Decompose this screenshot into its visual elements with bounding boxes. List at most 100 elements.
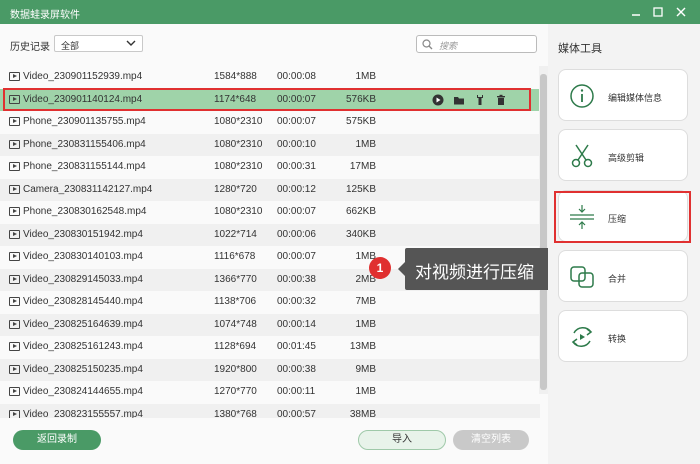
file-name: Video_230828145440.mp4 [23, 296, 143, 307]
convert-button[interactable]: 转换 [558, 310, 688, 362]
info-icon [569, 83, 595, 109]
compress-button[interactable]: 压缩 [558, 190, 688, 242]
file-size: 340KB [345, 228, 376, 240]
tool-label: 高级剪辑 [608, 153, 645, 163]
file-duration: 00:00:07 [277, 93, 316, 105]
file-resolution: 1366*770 [214, 273, 257, 285]
file-name: Video_230823155557.mp4 [23, 408, 143, 419]
video-file-icon [9, 94, 20, 104]
file-size: 125KB [345, 183, 376, 195]
merge-button[interactable]: 合并 [558, 250, 688, 302]
file-resolution: 1270*770 [214, 386, 257, 397]
scissors-icon [569, 143, 595, 169]
scrollbar[interactable] [539, 66, 548, 394]
search-box[interactable]: 搜索 [416, 35, 537, 53]
history-label: 历史记录 [10, 42, 50, 53]
file-row[interactable]: Video_230830151942.mp4 1022*714 00:00:06 34… [0, 223, 540, 246]
file-resolution: 1280*720 [214, 183, 257, 195]
file-size: 1MB [355, 386, 376, 397]
file-size: 662KB [345, 206, 376, 217]
file-resolution: 1080*2310 [214, 138, 263, 150]
file-size: 13MB [349, 341, 376, 352]
file-name: Phone_230831155144.mp4 [23, 161, 146, 172]
file-duration: 00:00:31 [277, 161, 316, 172]
search-icon [422, 39, 433, 53]
file-row[interactable]: Phone_230901135755.mp4 1080*2310 00:00:07 5… [0, 111, 540, 134]
file-row[interactable]: Video_230824144655.mp4 1270*770 00:00:11 1M… [0, 381, 540, 404]
media-tools-title: 媒体工具 [558, 43, 602, 55]
row-actions [432, 94, 512, 106]
edit-media-info-button[interactable]: 编辑媒体信息 [558, 69, 688, 121]
file-size: 7MB [355, 296, 376, 307]
video-file-icon [9, 207, 20, 216]
chevron-down-icon [126, 38, 136, 50]
video-file-icon [9, 229, 20, 239]
file-duration: 00:00:14 [277, 318, 316, 330]
file-name: Video_230901152939.mp4 [23, 71, 143, 82]
minimize-icon[interactable] [628, 4, 644, 20]
file-row[interactable]: Video_230825150235.mp4 1920*800 00:00:38 9M… [0, 358, 540, 381]
file-name: Video_230829145033.mp4 [23, 273, 143, 285]
trash-icon[interactable] [495, 94, 507, 106]
file-resolution: 1138*706 [214, 296, 257, 307]
file-duration: 00:00:08 [277, 71, 316, 82]
file-resolution: 1080*2310 [214, 116, 263, 127]
file-name: Camera_230831142127.mp4 [23, 183, 153, 195]
file-row[interactable]: Video_230823155557.mp4 1380*768 00:00:57 38… [0, 403, 540, 419]
filter-value: 全部 [61, 41, 80, 51]
video-file-icon [9, 252, 20, 261]
file-name: Phone_230901135755.mp4 [23, 116, 146, 127]
app-title: 数据蛙录屏软件 [10, 10, 80, 21]
file-resolution: 1920*800 [214, 363, 257, 375]
file-name: Video_230825150235.mp4 [23, 363, 143, 375]
history-filter-select[interactable]: 全部 [54, 35, 143, 52]
file-resolution: 1022*714 [214, 228, 257, 240]
scroll-thumb[interactable] [540, 74, 547, 390]
video-file-icon [9, 319, 20, 329]
file-size: 9MB [355, 363, 376, 375]
file-row[interactable]: Video_230901140124.mp4 1174*648 00:00:07 57… [0, 88, 540, 111]
import-button[interactable]: 导入 [358, 430, 446, 450]
file-name: Video_230830151942.mp4 [23, 228, 143, 240]
video-file-icon [9, 184, 20, 194]
file-row[interactable]: Video_230828145440.mp4 1138*706 00:00:32 7M… [0, 291, 540, 314]
file-name: Video_230824144655.mp4 [23, 386, 143, 397]
wrench-icon[interactable] [474, 94, 486, 106]
file-duration: 00:00:07 [277, 206, 316, 217]
video-file-icon [9, 72, 20, 81]
file-row[interactable]: Video_230825164639.mp4 1074*748 00:00:14 1M… [0, 313, 540, 336]
play-icon[interactable] [432, 94, 444, 106]
file-row[interactable]: Phone_230831155406.mp4 1080*2310 00:00:10 1… [0, 133, 540, 156]
title-bar: 数据蛙录屏软件 [0, 0, 700, 24]
close-icon[interactable] [673, 4, 689, 20]
file-row[interactable]: Video_230901152939.mp4 1584*888 00:00:08 1M… [0, 66, 540, 89]
file-size: 17MB [349, 161, 376, 172]
file-name: Video_230901140124.mp4 [23, 93, 143, 105]
advanced-trim-button[interactable]: 高级剪辑 [558, 129, 688, 181]
tool-label: 编辑媒体信息 [608, 93, 663, 103]
file-row[interactable]: Camera_230831142127.mp4 1280*720 00:00:12 1… [0, 178, 540, 201]
convert-icon [569, 324, 595, 350]
clear-list-button[interactable]: 清空列表 [453, 430, 529, 450]
video-file-icon [9, 409, 20, 418]
video-file-icon [9, 342, 20, 351]
folder-icon[interactable] [453, 94, 465, 106]
file-size: 576KB [345, 93, 376, 105]
file-name: Phone_230830162548.mp4 [23, 206, 147, 217]
file-row[interactable]: Phone_230830162548.mp4 1080*2310 00:00:07 6… [0, 201, 540, 224]
file-resolution: 1116*678 [214, 251, 256, 262]
video-file-icon [9, 117, 20, 126]
instruction-callout: 对视频进行压缩 [398, 248, 555, 290]
file-row[interactable]: Phone_230831155144.mp4 1080*2310 00:00:31 1… [0, 156, 540, 179]
file-size: 575KB [345, 116, 376, 127]
maximize-icon[interactable] [650, 4, 666, 20]
back-to-record-button[interactable]: 返回录制 [13, 430, 101, 450]
file-row[interactable]: Video_230825161243.mp4 1128*694 00:01:45 13… [0, 336, 540, 359]
file-name: Phone_230831155406.mp4 [23, 138, 146, 150]
file-duration: 00:00:32 [277, 296, 316, 307]
file-duration: 00:00:07 [277, 251, 316, 262]
tool-label: 压缩 [608, 214, 627, 224]
file-resolution: 1074*748 [214, 318, 257, 330]
file-duration: 00:00:10 [277, 138, 316, 150]
file-duration: 00:01:45 [277, 341, 316, 352]
